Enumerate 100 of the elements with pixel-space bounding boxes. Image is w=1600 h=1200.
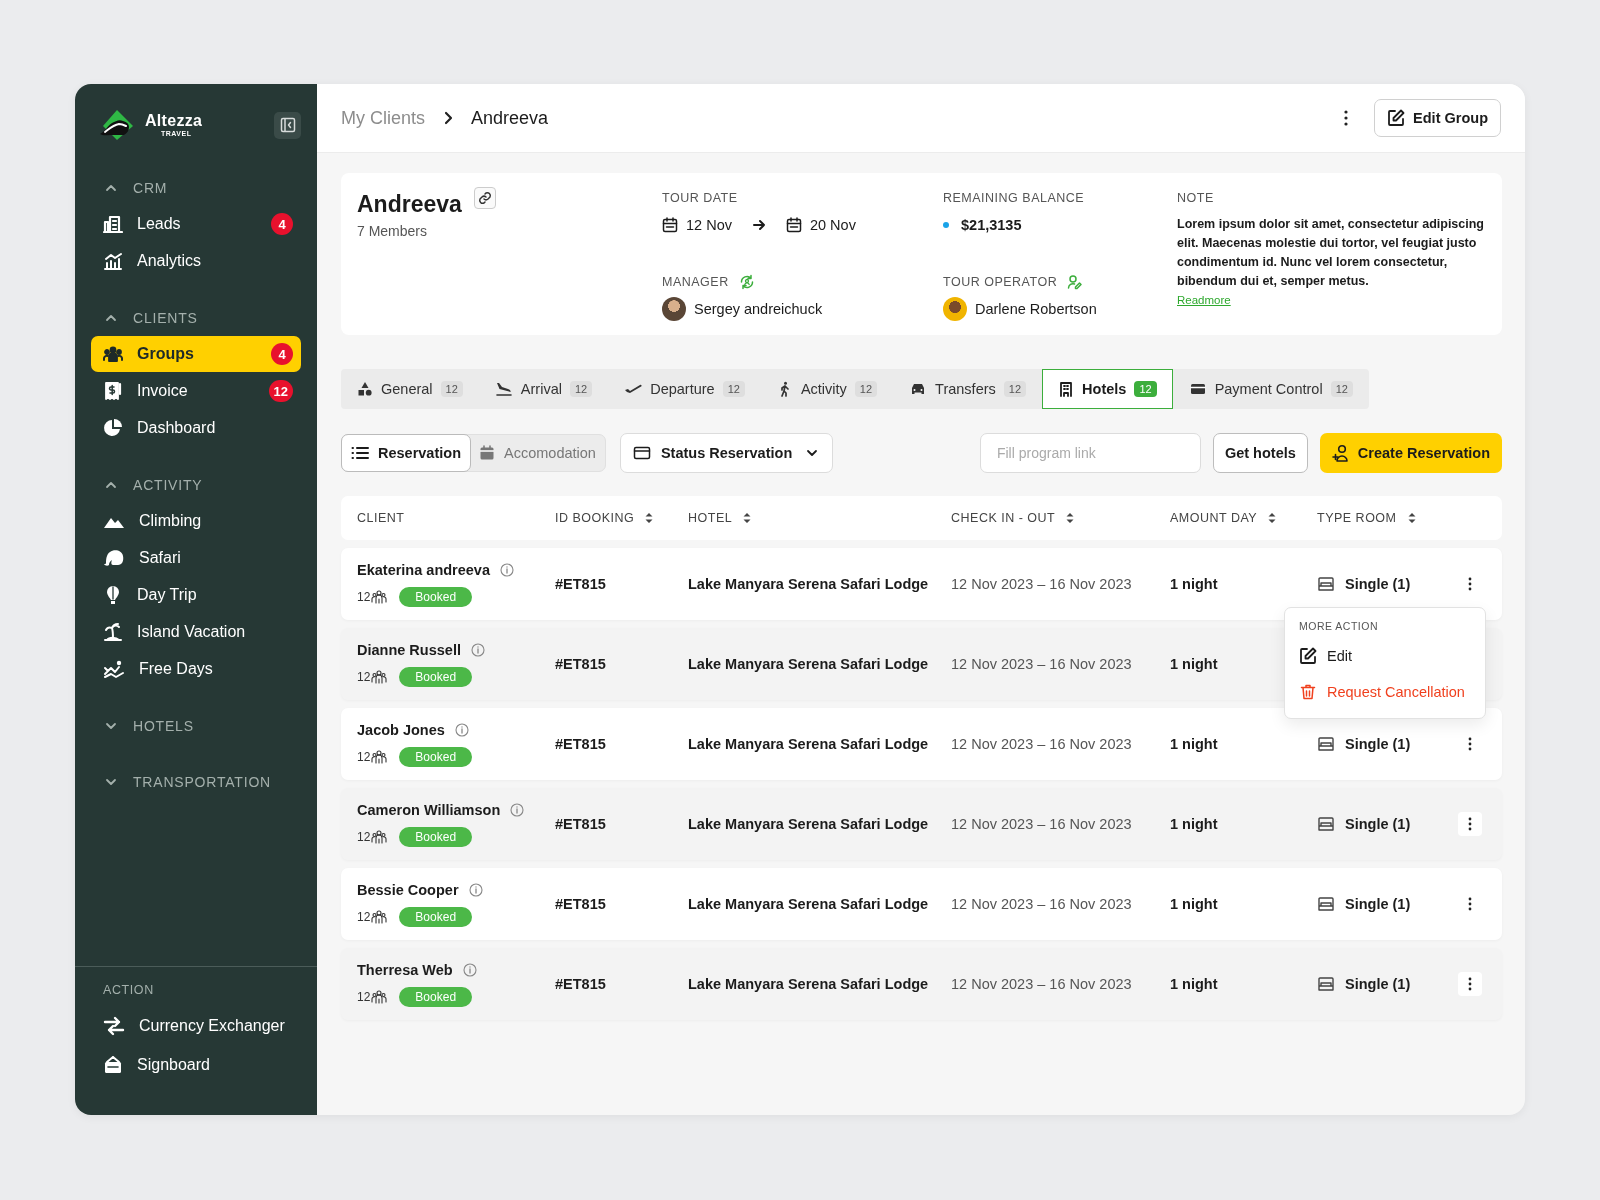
group-icon [371, 749, 388, 764]
tab[interactable]: Activity 12 [760, 369, 894, 409]
section-toggle[interactable]: CRM [91, 170, 301, 206]
sidebar-item[interactable]: Island Vacation [91, 614, 301, 650]
sign-board-icon [103, 1055, 123, 1075]
sidebar-item[interactable]: Free Days [91, 651, 301, 687]
balance-amount: $21,3135 [961, 217, 1022, 233]
create-reservation-button[interactable]: Create Reservation [1319, 433, 1502, 473]
hotel-name: Lake Manyara Serena Safari Lodge [688, 576, 930, 592]
section-toggle[interactable]: TRANSPORTATION [91, 764, 301, 800]
section-toggle[interactable]: ACTIVITY [91, 467, 301, 503]
sidebar-item[interactable]: Day Trip [91, 577, 301, 613]
sidebar-item[interactable]: Leads 4 [91, 206, 301, 242]
people-count: 12 [357, 909, 371, 924]
calendar-icon [479, 445, 495, 461]
kebab-menu-icon [1344, 110, 1349, 126]
section-toggle[interactable]: CLIENTS [91, 300, 301, 336]
menu-item[interactable]: Request Cancellation [1285, 674, 1485, 710]
room-type: Single (1) [1345, 736, 1411, 752]
person-name: Darlene Robertson [975, 301, 1097, 317]
status-dropdown[interactable]: Status Reservation [619, 433, 834, 473]
note-text: Lorem ipsum dolor sit amet, consectetur adipiscing elit. Maecenas molestie dui tortor, vel feugiat justo condimentum id. Nunc vel lorem consectetur, bibendum dui et, semper metus. [1177, 216, 1485, 290]
date-text: 20 Nov [809, 217, 856, 233]
column-header: HOTEL [688, 511, 733, 525]
sidebar-item[interactable]: Dashboard [91, 410, 301, 446]
view-toggle[interactable]: Accomodation [469, 434, 606, 472]
kebab-menu-icon [1468, 577, 1472, 591]
plane-landing-icon [494, 381, 513, 397]
field-label: MANAGER [662, 275, 729, 289]
menu-title: MORE ACTION [1298, 620, 1379, 632]
sidebar-item[interactable]: Signboard [91, 1046, 301, 1084]
status-badge: Booked [399, 906, 473, 927]
group-icon [371, 829, 388, 844]
shapes-icon [357, 381, 373, 397]
sidebar-item[interactable]: Climbing [91, 503, 301, 539]
bed-icon [1317, 736, 1335, 752]
date-range: 12 Nov 2023 – 16 Nov 2023 [951, 656, 1133, 672]
people-count: 12 [357, 989, 371, 1004]
arrow-right-icon [751, 218, 766, 232]
count-badge: 12 [1330, 381, 1353, 397]
info-icon [462, 962, 477, 977]
hotel-building-icon [1058, 381, 1075, 397]
add-user-icon [1331, 444, 1350, 462]
booking-id: #ET815 [555, 576, 607, 592]
avatar [943, 297, 967, 321]
people-count: 12 [357, 749, 371, 764]
tab[interactable]: General 12 [341, 369, 479, 409]
group-name: Andreeva [357, 191, 462, 218]
status-badge: Booked [399, 666, 473, 687]
tab[interactable]: Hotels 12 [1042, 369, 1173, 409]
sidebar-collapse-icon [279, 117, 296, 133]
tab[interactable]: Payment Control 12 [1172, 369, 1369, 409]
count-badge: 12 [1134, 381, 1157, 397]
client-name: Bessie Cooper [357, 881, 459, 898]
status-dot [943, 222, 949, 228]
client-name: Dianne Russell [357, 641, 461, 658]
nights: 1 night [1170, 736, 1219, 752]
hotel-name: Lake Manyara Serena Safari Lodge [688, 896, 930, 912]
sidebar-item[interactable]: Safari [91, 540, 301, 576]
menu-item[interactable]: Edit [1285, 638, 1485, 674]
column-header: CLIENT [357, 511, 405, 525]
sort-icon [644, 511, 655, 525]
hotel-name: Lake Manyara Serena Safari Lodge [688, 816, 930, 832]
building-icon [103, 214, 123, 234]
count-badge: 12 [854, 381, 878, 397]
date-range: 12 Nov 2023 – 16 Nov 2023 [951, 896, 1133, 912]
sidebar-item[interactable]: Groups 4 [91, 336, 301, 372]
info-icon [454, 722, 469, 737]
nights: 1 night [1170, 896, 1219, 912]
view-toggle[interactable]: Reservation [341, 434, 471, 472]
bed-icon [1317, 816, 1335, 832]
bed-icon [1317, 976, 1335, 992]
column-header: ID BOOKING [555, 511, 635, 525]
chevron-down-icon [105, 776, 117, 788]
sidebar-item[interactable]: Invoice 12 [91, 373, 301, 409]
sidebar-item[interactable]: Analytics [91, 243, 301, 279]
copy-link-button[interactable] [473, 187, 496, 209]
info-icon [468, 882, 483, 897]
chevron-down-icon [105, 720, 117, 732]
room-type: Single (1) [1345, 576, 1411, 592]
status-badge: Booked [399, 826, 473, 847]
brand-name: Altezza [145, 113, 203, 129]
collapse-sidebar-button[interactable] [274, 111, 301, 139]
sidebar-item[interactable]: Currency Exchanger [91, 1007, 301, 1045]
credit-card-icon [1188, 381, 1207, 397]
column-header: CHECK IN - OUT [951, 511, 1056, 525]
program-link-field[interactable]: Fill program link [979, 433, 1201, 473]
chevron-up-icon [105, 182, 117, 194]
link-icon [477, 191, 492, 205]
tab[interactable]: Departure 12 [608, 369, 761, 409]
tab[interactable]: Arrival 12 [478, 369, 609, 409]
bar-chart-icon [103, 251, 123, 271]
tab[interactable]: Transfers 12 [893, 369, 1043, 409]
edit-group-button[interactable]: Edit Group [1374, 99, 1501, 137]
bed-icon [1317, 576, 1335, 592]
get-hotels-button[interactable]: Get hotels [1212, 433, 1308, 473]
room-type: Single (1) [1345, 816, 1411, 832]
calendar-icon [785, 217, 802, 233]
people-count: 12 [357, 829, 371, 844]
section-toggle[interactable]: HOTELS [91, 708, 301, 744]
